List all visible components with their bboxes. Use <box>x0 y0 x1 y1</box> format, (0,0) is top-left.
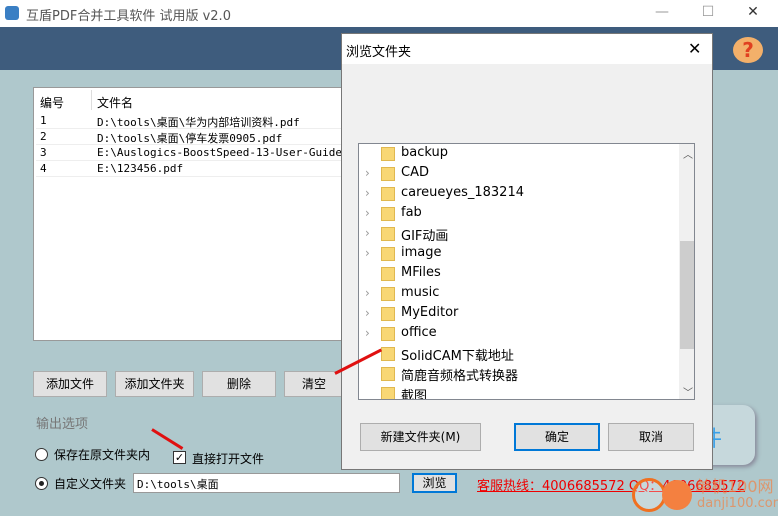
folder-icon <box>381 247 395 261</box>
expand-chevron-icon[interactable]: › <box>365 226 370 240</box>
add-folder-button[interactable]: 添加文件夹 <box>115 371 194 397</box>
tree-item[interactable]: 截图 <box>359 384 679 400</box>
watermark-logo-dot <box>662 480 692 510</box>
tree-item[interactable]: › fab <box>359 204 679 224</box>
tree-item-label: fab <box>401 205 422 220</box>
scrollbar-thumb[interactable] <box>680 241 694 349</box>
row-number: 1 <box>40 114 47 127</box>
tree-item-label: music <box>401 285 440 300</box>
folder-icon <box>381 327 395 341</box>
tree-item[interactable]: › CAD <box>359 164 679 184</box>
title-bar: 互盾PDF合并工具软件 试用版 v2.0 — ☐ ✕ <box>0 0 778 27</box>
help-icon[interactable]: ? <box>733 37 763 63</box>
folder-icon <box>381 227 395 241</box>
tree-item-label: SolidCAM下载地址 <box>401 349 514 364</box>
network-drive-icon <box>381 147 395 161</box>
tree-item[interactable]: SolidCAM下载地址 <box>359 344 679 364</box>
folder-tree[interactable]: backup › CAD › careueyes_183214 › fab › GIF动画 › im… <box>358 143 695 400</box>
save-original-label[interactable]: 保存在原文件夹内 <box>54 446 150 463</box>
dialog-title: 浏览文件夹 <box>346 45 412 60</box>
table-row[interactable]: 2 D:\tools\桌面\停车发票0905.pdf <box>36 129 372 145</box>
file-list[interactable]: 编号 文件名 1 D:\tools\桌面\华为内部培训资料.pdf 2 D:\too… <box>33 87 373 341</box>
ok-button[interactable]: 确定 <box>514 423 600 451</box>
folder-icon <box>381 367 395 381</box>
table-row[interactable]: 3 E:\Auslogics-BoostSpeed-13-User-Guide.p… <box>36 145 372 161</box>
add-file-button[interactable]: 添加文件 <box>33 371 107 397</box>
row-number: 3 <box>40 146 47 159</box>
watermark-text: 单机100网 <box>695 477 774 496</box>
expand-chevron-icon[interactable]: › <box>365 246 370 260</box>
browse-button[interactable]: 浏览 <box>412 473 457 493</box>
folder-icon <box>381 387 395 399</box>
expand-chevron-icon[interactable]: › <box>365 306 370 320</box>
row-number: 4 <box>40 162 47 175</box>
new-folder-button[interactable]: 新建文件夹(M) <box>360 423 481 451</box>
tree-item[interactable]: › MyEditor <box>359 304 679 324</box>
folder-icon <box>381 167 395 181</box>
tree-item[interactable]: backup <box>359 144 679 164</box>
open-directly-checkbox[interactable]: ✓ <box>173 451 186 464</box>
col-header-number[interactable]: 编号 <box>40 94 64 111</box>
tree-item-label: MFiles <box>401 265 441 280</box>
tree-item-label: image <box>401 245 442 260</box>
tree-item-label: 截图 <box>401 389 428 400</box>
close-button[interactable]: ✕ <box>743 4 763 20</box>
expand-chevron-icon[interactable]: › <box>365 186 370 200</box>
folder-icon <box>381 187 395 201</box>
scroll-down-icon[interactable]: ﹀ <box>683 384 693 399</box>
col-header-filename[interactable]: 文件名 <box>97 94 133 111</box>
tree-item[interactable]: › music <box>359 284 679 304</box>
folder-icon <box>381 307 395 321</box>
folder-icon <box>381 287 395 301</box>
tree-item-label: 简鹿音频格式转换器 <box>401 369 519 384</box>
minimize-button[interactable]: — <box>652 4 672 20</box>
tree-item[interactable]: › GIF动画 <box>359 224 679 244</box>
folder-icon <box>381 267 395 281</box>
tree-item[interactable]: 简鹿音频格式转换器 <box>359 364 679 384</box>
open-directly-label[interactable]: 直接打开文件 <box>192 450 264 467</box>
dialog-close-button[interactable]: ✕ <box>688 39 701 58</box>
tree-item-label: GIF动画 <box>401 229 449 244</box>
custom-folder-label[interactable]: 自定义文件夹 <box>54 475 126 492</box>
output-path-input[interactable]: D:\tools\桌面 <box>133 473 400 493</box>
expand-chevron-icon[interactable]: › <box>365 166 370 180</box>
tree-item[interactable]: › careueyes_183214 <box>359 184 679 204</box>
delete-button[interactable]: 删除 <box>202 371 276 397</box>
output-section-label: 输出选项 <box>36 417 89 432</box>
maximize-button[interactable]: ☐ <box>698 4 718 20</box>
expand-chevron-icon[interactable]: › <box>365 206 370 220</box>
cancel-button[interactable]: 取消 <box>608 423 694 451</box>
row-filename: D:\tools\桌面\停车发票0905.pdf <box>97 132 283 145</box>
table-row[interactable]: 4 E:\123456.pdf <box>36 161 372 177</box>
tree-item-label: MyEditor <box>401 305 459 320</box>
tree-item-label: careueyes_183214 <box>401 185 524 200</box>
row-filename: D:\tools\桌面\华为内部培训资料.pdf <box>97 116 300 129</box>
row-filename: E:\Auslogics-BoostSpeed-13-User-Guide.pd… <box>97 146 369 159</box>
tree-item[interactable]: › office <box>359 324 679 344</box>
red-arrow-annotation <box>151 428 184 450</box>
custom-folder-radio[interactable] <box>35 477 48 490</box>
expand-chevron-icon[interactable]: › <box>365 326 370 340</box>
app-icon <box>5 6 19 20</box>
row-number: 2 <box>40 130 47 143</box>
watermark-url: danji100.com <box>697 496 778 511</box>
column-divider <box>91 90 92 110</box>
expand-chevron-icon[interactable]: › <box>365 286 370 300</box>
tree-item-label: CAD <box>401 165 429 180</box>
tree-item-label: backup <box>401 145 448 160</box>
scroll-up-icon[interactable]: ︿ <box>683 146 693 161</box>
app-title: 互盾PDF合并工具软件 试用版 v2.0 <box>26 9 231 24</box>
folder-icon <box>381 207 395 221</box>
folder-icon <box>381 347 395 361</box>
tree-item[interactable]: MFiles <box>359 264 679 284</box>
table-row[interactable]: 1 D:\tools\桌面\华为内部培训资料.pdf <box>36 113 372 129</box>
row-filename: E:\123456.pdf <box>97 162 184 175</box>
save-original-radio[interactable] <box>35 448 48 461</box>
tree-item-label: office <box>401 325 437 340</box>
tree-item[interactable]: › image <box>359 244 679 264</box>
watermark-logo <box>632 478 666 512</box>
